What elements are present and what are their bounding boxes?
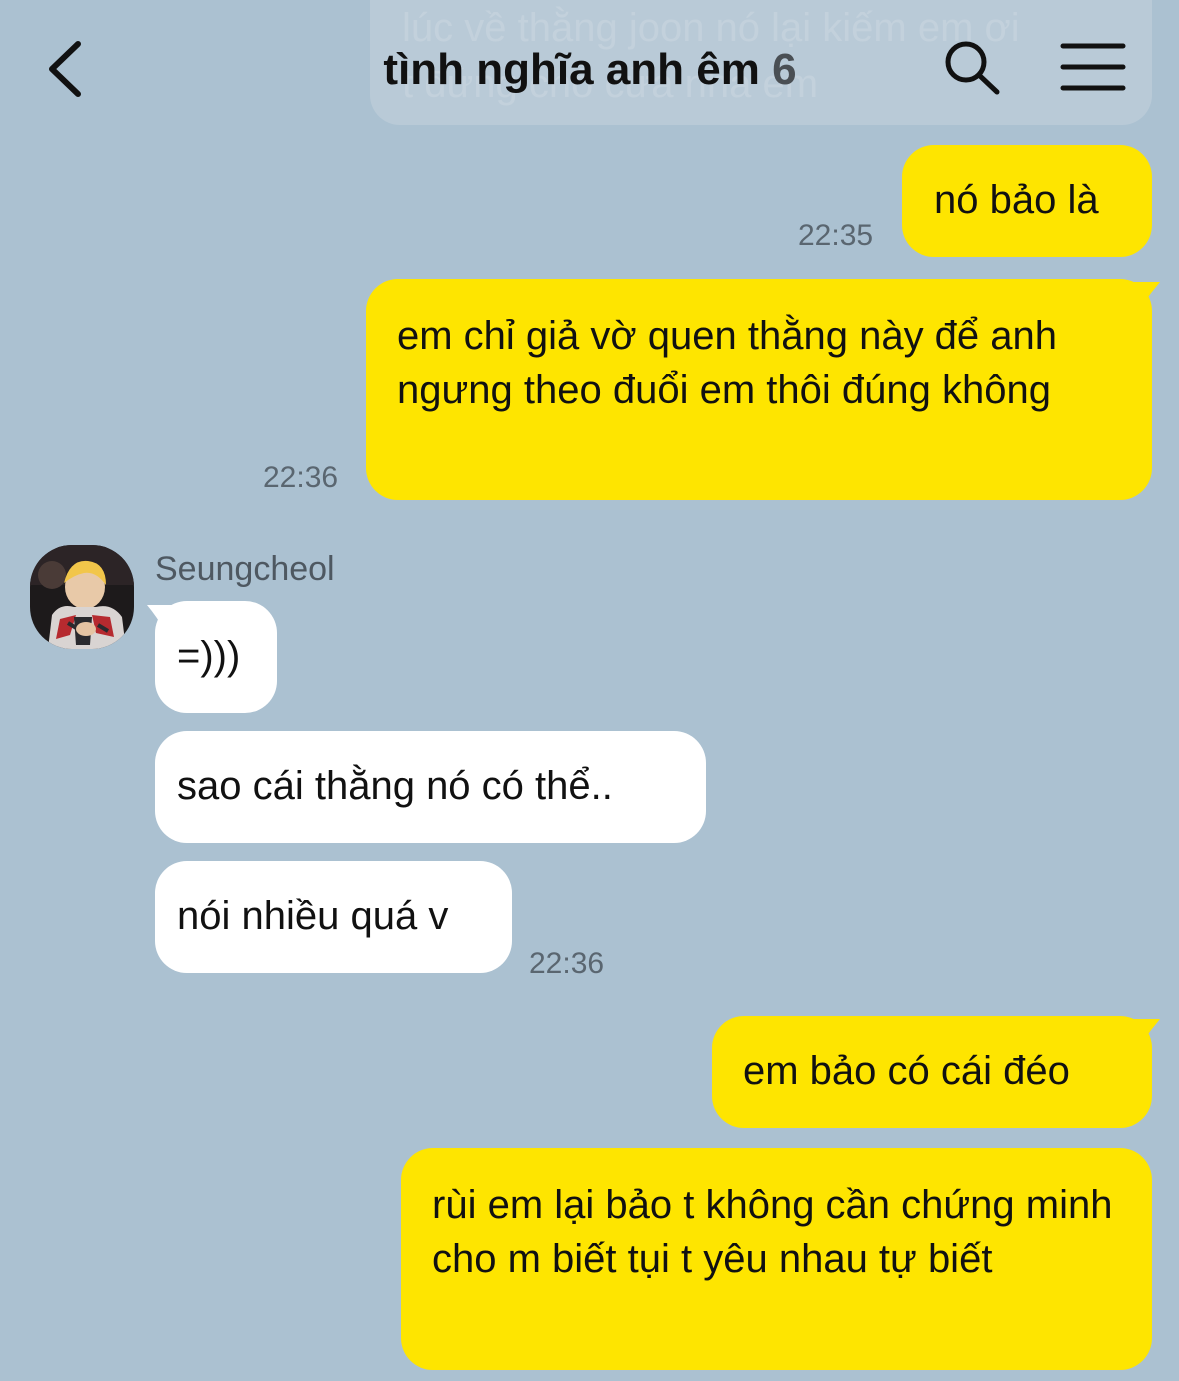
their-message-bubble[interactable]: nói nhiều quá v xyxy=(155,861,512,973)
chevron-left-icon xyxy=(49,41,81,97)
message-text: =))) xyxy=(177,634,241,678)
my-message-bubble[interactable]: em bảo có cái đéo xyxy=(712,1016,1152,1128)
my-message-bubble[interactable]: rùi em lại bảo t không cần chứng minh ch… xyxy=(401,1148,1152,1370)
their-message-bubble[interactable]: =))) xyxy=(155,601,277,713)
sender-name: Seungcheol xyxy=(155,550,335,588)
chat-header: tình nghĩa anh êm 6 xyxy=(0,0,1179,130)
member-count: 6 xyxy=(772,45,797,94)
menu-button[interactable] xyxy=(1060,42,1126,94)
my-message-bubble[interactable]: em chỉ giả vờ quen thằng này để anh ngưn… xyxy=(366,279,1152,500)
my-message-bubble[interactable]: nó bảo là xyxy=(902,145,1152,257)
hamburger-menu-icon xyxy=(1060,43,1126,91)
chat-title: tình nghĩa anh êm 6 xyxy=(250,40,930,100)
avatar-photo xyxy=(30,545,134,649)
message-time: 22:36 xyxy=(263,461,339,494)
search-button[interactable] xyxy=(942,38,1002,98)
chat-title-text: tình nghĩa anh êm xyxy=(383,45,760,94)
message-text: rùi em lại bảo t không cần chứng minh ch… xyxy=(432,1183,1113,1281)
avatar[interactable] xyxy=(30,545,134,649)
message-text: nó bảo là xyxy=(934,178,1099,222)
message-text: em bảo có cái đéo xyxy=(743,1049,1070,1093)
message-time: 22:35 xyxy=(798,219,874,252)
message-text: em chỉ giả vờ quen thằng này để anh ngưn… xyxy=(397,314,1058,412)
message-text: sao cái thằng nó có thể.. xyxy=(177,764,613,808)
search-icon xyxy=(945,41,1000,95)
back-button[interactable] xyxy=(40,38,92,100)
message-time: 22:36 xyxy=(529,947,605,980)
their-message-bubble[interactable]: sao cái thằng nó có thể.. xyxy=(155,731,706,843)
message-text: nói nhiều quá v xyxy=(177,894,449,938)
